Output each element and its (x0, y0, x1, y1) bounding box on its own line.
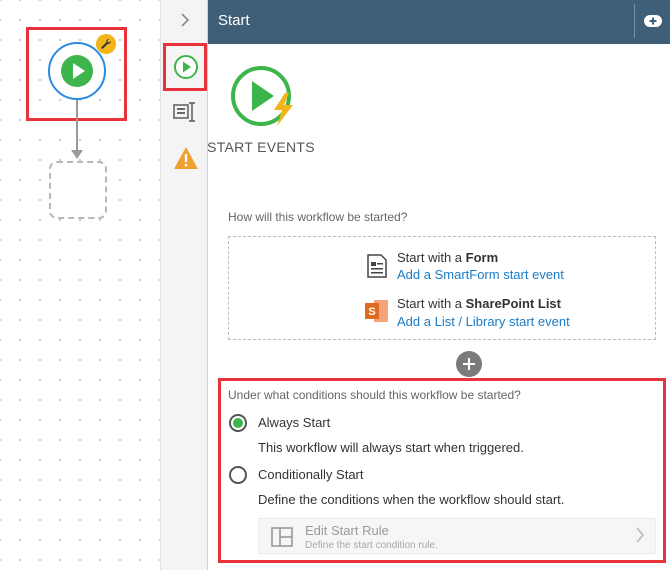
always-start-radio[interactable] (229, 414, 247, 432)
edit-start-rule-title: Edit Start Rule (305, 523, 389, 538)
chevron-right-icon (635, 526, 645, 549)
edit-start-rule-subtitle: Define the start condition rule. (305, 540, 438, 551)
add-smartform-start-link[interactable]: Add a SmartForm start event (397, 267, 564, 282)
empty-step-placeholder[interactable] (49, 161, 107, 219)
play-icon[interactable] (173, 54, 199, 85)
chevron-right-icon[interactable] (179, 12, 191, 33)
start-events-label: START EVENTS (207, 139, 315, 155)
add-list-library-start-link[interactable]: Add a List / Library start event (397, 314, 570, 329)
form-properties-icon[interactable] (173, 100, 197, 129)
always-start-label[interactable]: Always Start (258, 415, 330, 430)
sharepoint-start-title-prefix: Start with a (397, 296, 466, 311)
form-start-title-prefix: Start with a (397, 250, 466, 265)
form-start-title: Start with a Form (397, 250, 498, 265)
add-icon[interactable] (456, 351, 482, 377)
sharepoint-icon: S (364, 298, 390, 329)
start-method-question: How will this workflow be started? (228, 210, 408, 224)
svg-text:S: S (368, 306, 375, 318)
always-start-description: This workflow will always start when tri… (258, 440, 524, 455)
add-icon[interactable] (634, 4, 670, 38)
start-events-box: Start with a Form Add a SmartForm start … (228, 236, 656, 340)
properties-icon-strip (160, 0, 208, 570)
panel-title: Start (218, 12, 250, 29)
conditionally-start-radio[interactable] (229, 466, 247, 484)
sharepoint-start-title: Start with a SharePoint List (397, 296, 561, 311)
start-events-hero-icon (227, 64, 299, 135)
conditionally-start-label[interactable]: Conditionally Start (258, 467, 364, 482)
edit-start-rule-button[interactable]: Edit Start Rule Define the start conditi… (258, 518, 656, 554)
start-conditions-question: Under what conditions should this workfl… (228, 388, 521, 402)
rule-layout-icon (271, 527, 293, 552)
wrench-icon[interactable] (96, 34, 116, 54)
form-start-title-bold: Form (465, 250, 499, 265)
play-icon (61, 55, 93, 87)
workflow-canvas[interactable] (0, 0, 160, 570)
form-icon (366, 254, 388, 283)
start-node[interactable] (48, 42, 106, 100)
panel-header: Start (208, 0, 670, 44)
conditionally-start-description: Define the conditions when the workflow … (258, 492, 565, 507)
sharepoint-start-title-bold: SharePoint List (465, 296, 561, 311)
